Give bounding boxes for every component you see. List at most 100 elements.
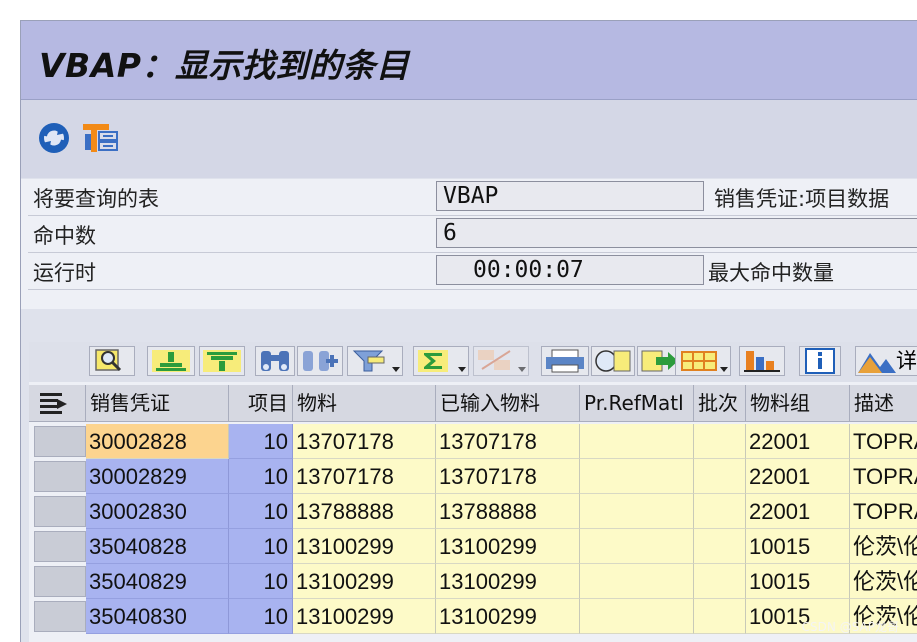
cell-batch[interactable] bbox=[694, 424, 746, 459]
row-selector[interactable] bbox=[34, 531, 86, 562]
cell-material[interactable]: 13707178 bbox=[293, 424, 436, 459]
cell-description[interactable]: TOPRA bbox=[850, 459, 917, 494]
cell-batch[interactable] bbox=[694, 599, 746, 634]
cell-item[interactable]: 10 bbox=[229, 424, 293, 459]
cell-pr-ref-matl[interactable] bbox=[580, 599, 694, 634]
details-text-button[interactable]: 详 bbox=[855, 346, 917, 376]
cell-material[interactable]: 13788888 bbox=[293, 494, 436, 529]
column-header-material[interactable]: 物料 bbox=[293, 385, 436, 422]
refresh-icon bbox=[39, 123, 69, 153]
cell-item[interactable]: 10 bbox=[229, 599, 293, 634]
max-hits-label: 最大命中数量 bbox=[708, 261, 834, 285]
cell-description[interactable]: 伦茨\伦 bbox=[850, 529, 917, 564]
column-header-batch[interactable]: 批次 bbox=[694, 385, 746, 422]
cell-sales-document[interactable]: 35040829 bbox=[86, 564, 229, 599]
runtime-label: 运行时 bbox=[33, 261, 96, 285]
cell-material-group[interactable]: 22001 bbox=[746, 459, 850, 494]
row-selector[interactable] bbox=[34, 426, 86, 457]
title-bar: VBAP：显示找到的条目 bbox=[21, 21, 917, 100]
find-button[interactable] bbox=[255, 346, 295, 376]
bar-chart-icon bbox=[744, 351, 780, 372]
binoculars-icon bbox=[261, 351, 289, 371]
table-row[interactable]: 30002830 10 13788888 13788888 22001 TOPR… bbox=[29, 494, 917, 529]
cell-pr-ref-matl[interactable] bbox=[580, 494, 694, 529]
cell-pr-ref-matl[interactable] bbox=[580, 424, 694, 459]
cell-sales-document[interactable]: 35040828 bbox=[86, 529, 229, 564]
table-row[interactable]: 30002828 10 13707178 13707178 22001 TOPR… bbox=[29, 424, 917, 459]
cell-batch[interactable] bbox=[694, 529, 746, 564]
views-icon bbox=[595, 350, 631, 372]
table-name-field[interactable]: VBAP bbox=[436, 181, 704, 211]
cell-material-entered[interactable]: 13707178 bbox=[436, 424, 580, 459]
table-row[interactable]: 35040830 10 13100299 13100299 10015 伦茨\伦 bbox=[29, 599, 917, 634]
cell-material-entered[interactable]: 13788888 bbox=[436, 494, 580, 529]
table-row[interactable]: 35040828 10 13100299 13100299 10015 伦茨\伦 bbox=[29, 529, 917, 564]
selection-criteria-button[interactable] bbox=[81, 120, 119, 156]
column-header-material-group[interactable]: 物料组 bbox=[746, 385, 850, 422]
row-selector[interactable] bbox=[34, 601, 86, 632]
cell-material[interactable]: 13707178 bbox=[293, 459, 436, 494]
cell-item[interactable]: 10 bbox=[229, 564, 293, 599]
cell-material-group[interactable]: 22001 bbox=[746, 494, 850, 529]
mountain-icon bbox=[858, 353, 896, 373]
cell-material-entered[interactable]: 13100299 bbox=[436, 564, 580, 599]
watermark: CSDN @SAP龙哥 bbox=[801, 620, 899, 634]
cell-pr-ref-matl[interactable] bbox=[580, 564, 694, 599]
cell-item[interactable]: 10 bbox=[229, 494, 293, 529]
cell-sales-document[interactable]: 30002828 bbox=[86, 424, 229, 459]
cell-sales-document[interactable]: 30002829 bbox=[86, 459, 229, 494]
cell-batch[interactable] bbox=[694, 459, 746, 494]
cell-material-entered[interactable]: 13100299 bbox=[436, 599, 580, 634]
graphic-button[interactable] bbox=[739, 346, 785, 376]
filter-button[interactable] bbox=[347, 346, 403, 376]
row-selector[interactable] bbox=[34, 496, 86, 527]
column-header-description[interactable]: 描述 bbox=[850, 385, 917, 422]
sort-ascending-icon bbox=[152, 350, 190, 372]
table-label: 将要查询的表 bbox=[33, 187, 159, 211]
table-row[interactable]: 30002829 10 13707178 13707178 22001 TOPR… bbox=[29, 459, 917, 494]
total-button[interactable] bbox=[413, 346, 469, 376]
column-header-item[interactable]: 项目 bbox=[229, 385, 293, 422]
cell-description[interactable]: TOPRA bbox=[850, 494, 917, 529]
cell-material[interactable]: 13100299 bbox=[293, 599, 436, 634]
cell-item[interactable]: 10 bbox=[229, 459, 293, 494]
layout-button[interactable] bbox=[675, 346, 731, 376]
field-row-table: 将要查询的表 VBAP 销售凭证:项目数据 bbox=[28, 179, 917, 216]
cell-batch[interactable] bbox=[694, 564, 746, 599]
column-header-material-entered[interactable]: 已输入物料 bbox=[436, 385, 580, 422]
cell-material-group[interactable]: 10015 bbox=[746, 564, 850, 599]
row-selector[interactable] bbox=[34, 566, 86, 597]
cell-material-group[interactable]: 10015 bbox=[746, 529, 850, 564]
cell-description[interactable]: 伦茨\伦 bbox=[850, 564, 917, 599]
cell-sales-document[interactable]: 35040830 bbox=[86, 599, 229, 634]
cell-material-entered[interactable]: 13707178 bbox=[436, 459, 580, 494]
cell-material[interactable]: 13100299 bbox=[293, 564, 436, 599]
cell-item[interactable]: 10 bbox=[229, 529, 293, 564]
cell-material-group[interactable]: 22001 bbox=[746, 424, 850, 459]
table-row[interactable]: 35040829 10 13100299 13100299 10015 伦茨\伦 bbox=[29, 564, 917, 599]
find-next-button[interactable] bbox=[297, 346, 343, 376]
alv-grid: 详 销售凭证 项目 物料 已输入物料 Pr.RefMatl 批次 物料组 描述 bbox=[29, 342, 917, 642]
print-button[interactable] bbox=[541, 346, 589, 376]
views-button[interactable] bbox=[591, 346, 635, 376]
subtotal-button[interactable] bbox=[473, 346, 529, 376]
sort-ascending-button[interactable] bbox=[147, 346, 195, 376]
column-header-pr-ref-matl[interactable]: Pr.RefMatl bbox=[580, 385, 694, 422]
row-selector[interactable] bbox=[34, 461, 86, 492]
alv-toolbar: 详 bbox=[29, 342, 917, 382]
cell-material[interactable]: 13100299 bbox=[293, 529, 436, 564]
select-all-button[interactable] bbox=[29, 385, 86, 422]
refresh-button[interactable] bbox=[35, 120, 73, 156]
field-row-hits: 命中数 6 bbox=[28, 216, 917, 253]
column-header-sales-document[interactable]: 销售凭证 bbox=[86, 385, 229, 422]
sort-descending-button[interactable] bbox=[199, 346, 245, 376]
cell-description[interactable]: TOPRA bbox=[850, 424, 917, 459]
sort-descending-icon bbox=[203, 350, 241, 372]
cell-pr-ref-matl[interactable] bbox=[580, 459, 694, 494]
cell-sales-document[interactable]: 30002830 bbox=[86, 494, 229, 529]
information-button[interactable] bbox=[799, 346, 841, 376]
cell-pr-ref-matl[interactable] bbox=[580, 529, 694, 564]
cell-batch[interactable] bbox=[694, 494, 746, 529]
details-button[interactable] bbox=[89, 346, 135, 376]
cell-material-entered[interactable]: 13100299 bbox=[436, 529, 580, 564]
